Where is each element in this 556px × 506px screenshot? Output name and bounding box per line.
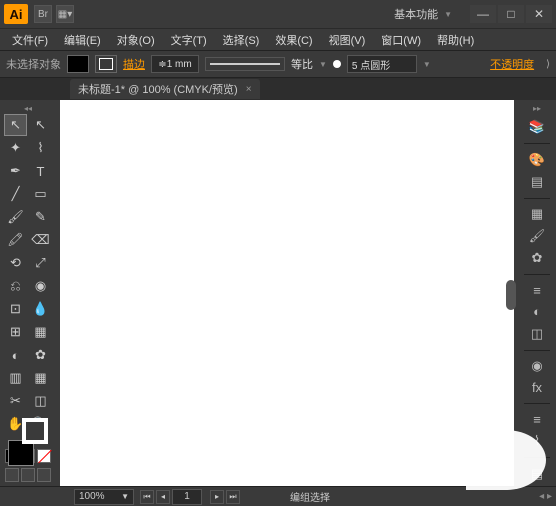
menu-edit[interactable]: 编辑(E) [56, 32, 109, 48]
bridge-button[interactable]: Br [34, 5, 52, 23]
eraser-tool[interactable]: ⌫ [29, 229, 52, 251]
draw-inside[interactable] [37, 468, 51, 482]
workspace-switcher[interactable]: 基本功能 [386, 4, 460, 24]
menu-bar: 文件(F) 编辑(E) 对象(O) 文字(T) 选择(S) 效果(C) 视图(V… [0, 28, 556, 50]
toolbox: ◂◂ ↖↖ ✦⌇ ✒T ╱▭ 🖌✎ 🖍⌫ ⟲⤢ ⎌◉ ⊡💧 ⊞▦ ◐✿ ▥▦ ✂… [0, 100, 56, 486]
gradient-tool[interactable]: ▦ [29, 321, 52, 343]
first-artboard-icon[interactable]: ⏮ [140, 490, 154, 504]
status-scroll-icon[interactable]: ◂ ▸ [539, 491, 552, 502]
document-tab-title: 未标题-1* @ 100% (CMYK/预览) [78, 81, 238, 97]
pencil-tool[interactable]: ✎ [29, 206, 52, 228]
expand-control-icon[interactable]: ⟩ [546, 59, 550, 70]
magic-wand-tool[interactable]: ✦ [4, 137, 27, 159]
color-mode-none[interactable] [37, 449, 51, 463]
opacity-label[interactable]: 不透明度 [490, 56, 534, 72]
prev-artboard-icon[interactable]: ◂ [156, 490, 170, 504]
watermark-bubble [466, 430, 546, 490]
draw-behind[interactable] [21, 468, 35, 482]
stroke-preview[interactable] [205, 57, 285, 71]
lasso-tool[interactable]: ⌇ [29, 137, 52, 159]
brushes-panel-icon[interactable]: 🖌 [526, 228, 548, 244]
maximize-button[interactable]: □ [498, 5, 524, 23]
stroke-indicator[interactable] [22, 418, 48, 444]
perspective-tool[interactable]: ◫ [29, 390, 52, 412]
gradient-panel-icon[interactable]: ◐ [526, 304, 548, 319]
stroke-label[interactable]: 描边 [123, 56, 145, 72]
last-artboard-icon[interactable]: ⏭ [226, 490, 240, 504]
menu-select[interactable]: 选择(S) [215, 32, 268, 48]
next-artboard-icon[interactable]: ▸ [210, 490, 224, 504]
appearance-panel-icon[interactable]: ◉ [526, 358, 548, 374]
graphic-styles-panel-icon[interactable]: fx [526, 380, 548, 395]
stroke-weight-input[interactable]: ≑ 1 mm [151, 55, 199, 73]
tab-close-icon[interactable]: × [246, 84, 252, 95]
artboard-number-input[interactable]: 1 [172, 489, 202, 505]
close-button[interactable]: ✕ [526, 5, 552, 23]
artboard-tool[interactable]: ▦ [29, 367, 52, 389]
free-transform-tool[interactable]: ⊡ [4, 298, 27, 320]
pen-tool[interactable]: ✒ [4, 160, 27, 182]
brush-definition[interactable]: 5 点圆形 [347, 55, 417, 73]
document-tab-bar: 未标题-1* @ 100% (CMYK/预览) × [0, 78, 556, 100]
toolbox-expand-icon[interactable]: ◂◂ [4, 104, 52, 113]
right-panel-dock: ▸▸ 📚 🎨 ▤ ▦ 🖌 ✿ ≡ ◐ ◫ ◉ fx ≡ ⌇ ▤ [518, 100, 556, 486]
menu-effect[interactable]: 效果(C) [267, 32, 320, 48]
swatches-panel-icon[interactable]: ▦ [526, 206, 548, 222]
stroke-panel-icon[interactable]: ≡ [526, 283, 548, 298]
color-guide-panel-icon[interactable]: ▤ [526, 174, 548, 190]
brush-dot-icon [333, 60, 341, 68]
menu-help[interactable]: 帮助(H) [429, 32, 482, 48]
vertical-scrollbar-thumb[interactable] [506, 280, 516, 310]
eyedropper-tool[interactable]: 💧 [29, 298, 52, 320]
control-bar: 未选择对象 描边 ≑ 1 mm 等比 ▼ 5 点圆形 ▼ 不透明度 ⟩ [0, 50, 556, 78]
type-tool[interactable]: T [29, 160, 52, 182]
line-tool[interactable]: ╱ [4, 183, 27, 205]
shape-builder-tool[interactable]: ◉ [29, 275, 52, 297]
app-logo: Ai [4, 4, 28, 24]
zoom-level-select[interactable]: 100%▼ [74, 489, 134, 505]
align-panel-icon[interactable]: ≡ [526, 412, 548, 427]
blob-brush-tool[interactable]: 🖍 [4, 229, 27, 251]
paintbrush-tool[interactable]: 🖌 [4, 206, 27, 228]
arrange-button[interactable]: ▦▾ [56, 5, 74, 23]
symbols-panel-icon[interactable]: ✿ [526, 250, 548, 266]
fill-color-swatch[interactable] [67, 55, 89, 73]
stroke-color-swatch[interactable] [95, 55, 117, 73]
graph-tool[interactable]: ▥ [4, 367, 27, 389]
mesh-tool[interactable]: ⊞ [4, 321, 27, 343]
scale-tool[interactable]: ⤢ [29, 252, 52, 274]
document-tab[interactable]: 未标题-1* @ 100% (CMYK/预览) × [70, 79, 260, 99]
rectangle-tool[interactable]: ▭ [29, 183, 52, 205]
color-panel-icon[interactable]: 🎨 [526, 152, 548, 168]
menu-file[interactable]: 文件(F) [4, 32, 56, 48]
selection-status: 未选择对象 [6, 56, 61, 72]
minimize-button[interactable]: — [470, 5, 496, 23]
stroke-profile-uniform[interactable]: 等比 [291, 56, 313, 72]
fill-stroke-swatch[interactable] [8, 440, 48, 444]
status-tool-mode: 编组选择 [290, 489, 330, 504]
width-tool[interactable]: ⎌ [4, 275, 27, 297]
symbol-sprayer-tool[interactable]: ✿ [29, 344, 52, 366]
selection-tool[interactable]: ↖ [4, 114, 27, 136]
menu-window[interactable]: 窗口(W) [373, 32, 429, 48]
slice-tool[interactable]: ✂ [4, 390, 27, 412]
blend-tool[interactable]: ◐ [4, 344, 27, 366]
library-panel-icon[interactable]: 📚 [526, 119, 548, 135]
direct-selection-tool[interactable]: ↖ [29, 114, 52, 136]
menu-type[interactable]: 文字(T) [163, 32, 215, 48]
menu-view[interactable]: 视图(V) [321, 32, 374, 48]
menu-object[interactable]: 对象(O) [109, 32, 163, 48]
artboard-canvas[interactable] [60, 100, 514, 486]
rotate-tool[interactable]: ⟲ [4, 252, 27, 274]
draw-normal[interactable] [5, 468, 19, 482]
panel-expand-icon[interactable]: ▸▸ [533, 104, 541, 113]
transparency-panel-icon[interactable]: ◫ [526, 326, 548, 342]
